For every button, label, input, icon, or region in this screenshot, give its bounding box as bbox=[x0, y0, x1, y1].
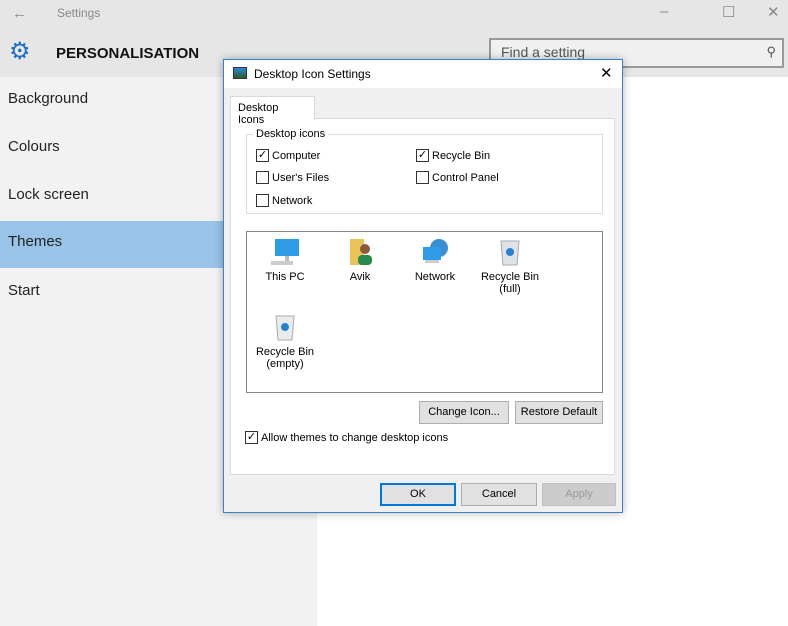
cancel-button[interactable]: Cancel bbox=[461, 483, 537, 506]
network-icon bbox=[423, 239, 448, 263]
ok-button[interactable]: OK bbox=[380, 483, 456, 506]
users-files-checkbox[interactable]: User's Files bbox=[256, 171, 329, 184]
icon-label: Recycle Bin (full) bbox=[480, 271, 540, 295]
change-icon-button[interactable]: Change Icon... bbox=[419, 401, 509, 424]
icon-item-network[interactable]: Network bbox=[399, 237, 471, 283]
icon-item-recycle-bin-empty[interactable]: Recycle Bin (empty) bbox=[249, 312, 321, 370]
group-label: Desktop icons bbox=[253, 128, 329, 140]
back-arrow-icon[interactable]: ← bbox=[12, 5, 27, 22]
network-checkbox[interactable]: Network bbox=[256, 194, 312, 207]
icon-label: Avik bbox=[349, 271, 371, 283]
window-title: Settings bbox=[57, 6, 101, 20]
recycle-bin-full-icon bbox=[500, 240, 520, 266]
icon-item-this-pc[interactable]: This PC bbox=[249, 237, 321, 283]
dialog-title: Desktop Icon Settings bbox=[224, 60, 622, 88]
checkbox-allow-themes[interactable]: ✓ bbox=[245, 431, 258, 444]
checkbox-recycle-bin[interactable]: ✓ bbox=[416, 149, 429, 162]
control-panel-checkbox[interactable]: Control Panel bbox=[416, 171, 499, 184]
icon-label: Network bbox=[414, 271, 456, 283]
checkbox-label: Network bbox=[272, 194, 313, 207]
monitor-icon bbox=[271, 239, 299, 265]
icon-item-recycle-bin-full[interactable]: Recycle Bin (full) bbox=[474, 237, 546, 295]
user-folder-icon bbox=[350, 239, 372, 265]
icon-label: Recycle Bin (empty) bbox=[255, 346, 315, 370]
restore-default-button[interactable]: Restore Default bbox=[515, 401, 603, 424]
icon-item-avik[interactable]: Avik bbox=[324, 237, 396, 283]
checkbox-computer[interactable]: ✓ bbox=[256, 149, 269, 162]
desktop-icon-settings-dialog: Desktop Icon Settings ✕ Desktop Icons De… bbox=[223, 59, 623, 513]
close-button[interactable]: ✕ bbox=[767, 3, 780, 21]
checkbox-label: Allow themes to change desktop icons bbox=[261, 431, 449, 444]
dialog-close-button[interactable]: ✕ bbox=[600, 64, 613, 82]
search-icon[interactable]: ⚲ bbox=[766, 44, 776, 60]
minimize-button[interactable]: – bbox=[660, 3, 668, 20]
icon-list[interactable]: This PC Avik Network Recycle Bin (full) … bbox=[246, 231, 603, 393]
icon-label: This PC bbox=[265, 271, 305, 283]
gear-icon: ⚙ bbox=[9, 38, 31, 65]
recycle-bin-empty-icon bbox=[275, 315, 295, 341]
checkbox-network[interactable] bbox=[256, 194, 269, 207]
computer-checkbox[interactable]: ✓ Computer bbox=[256, 149, 320, 162]
checkbox-label: Control Panel bbox=[432, 171, 499, 184]
tab-panel: Desktop icons ✓ Computer ✓ Recycle Bin Use… bbox=[230, 118, 615, 475]
desktop-icons-group: Desktop icons ✓ Computer ✓ Recycle Bin Use… bbox=[246, 128, 603, 214]
maximize-button[interactable]: ☐ bbox=[722, 3, 735, 21]
checkbox-label: Computer bbox=[272, 149, 321, 162]
checkbox-control-panel[interactable] bbox=[416, 171, 429, 184]
checkbox-label: Recycle Bin bbox=[432, 149, 491, 162]
dialog-app-icon bbox=[233, 67, 247, 79]
page-title: PERSONALISATION bbox=[56, 45, 200, 62]
allow-themes-checkbox[interactable]: ✓ Allow themes to change desktop icons bbox=[245, 431, 448, 444]
tab-desktop-icons[interactable]: Desktop Icons bbox=[230, 96, 315, 126]
checkbox-label: User's Files bbox=[272, 171, 330, 184]
search-placeholder: Find a setting bbox=[501, 44, 586, 60]
recycle-bin-checkbox[interactable]: ✓ Recycle Bin bbox=[416, 149, 490, 162]
checkbox-users-files[interactable] bbox=[256, 171, 269, 184]
apply-button[interactable]: Apply bbox=[542, 483, 616, 506]
